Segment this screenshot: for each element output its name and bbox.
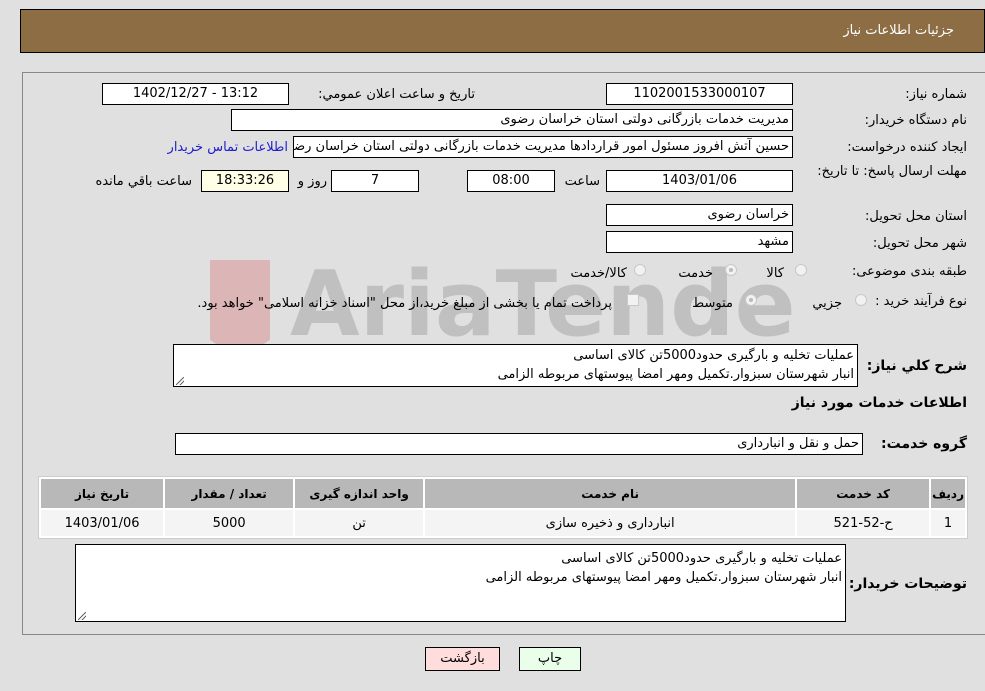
purchase-radio-small[interactable] bbox=[855, 294, 867, 306]
buyer-org-field[interactable]: مدیریت خدمات بازرگانی دولتی استان خراسان… bbox=[231, 109, 793, 131]
col-quantity: تعداد / مقدار bbox=[165, 479, 294, 508]
buyer-org-label: نام دستگاه خریدار: bbox=[864, 113, 967, 128]
back-button[interactable]: بازگشت bbox=[425, 647, 500, 671]
remaining-days-field: 7 bbox=[331, 170, 419, 192]
category-radio-goods-service[interactable] bbox=[634, 264, 646, 276]
buyer-notes-line-1: عملیات تخلیه و بارگیری حدود5000تن کالای … bbox=[561, 551, 842, 566]
col-need-date: تاریخ نیاز bbox=[41, 479, 164, 508]
requester-field[interactable]: حسین آتش افروز مسئول امور قراردادها مدیر… bbox=[293, 136, 793, 158]
table-row: 1 ح-52-521 انبارداری و ذخیره سازی تن 500… bbox=[41, 510, 965, 536]
page-title: جزئیات اطلاعات نیاز bbox=[843, 23, 954, 38]
category-option-goods: کالا bbox=[766, 266, 784, 281]
deadline-label: مهلت ارسال پاسخ: تا تاریخ: bbox=[817, 164, 967, 179]
remaining-time-field: 18:33:26 bbox=[201, 170, 289, 192]
announce-datetime-label: تاریخ و ساعت اعلان عمومي: bbox=[318, 87, 475, 102]
col-service-code: کد خدمت bbox=[797, 479, 930, 508]
cell-service-name: انبارداری و ذخیره سازی bbox=[425, 510, 796, 536]
services-table: ردیف کد خدمت نام خدمت واحد اندازه گیری ت… bbox=[38, 476, 968, 539]
delivery-city-field[interactable]: مشهد bbox=[606, 231, 793, 253]
category-option-service: خدمت bbox=[678, 266, 713, 281]
treasury-note: پرداخت تمام یا بخشی از مبلغ خرید،از محل … bbox=[197, 296, 612, 311]
purchase-option-medium: متوسط bbox=[692, 296, 733, 311]
days-label: روز و bbox=[297, 174, 327, 189]
purchase-radio-medium[interactable] bbox=[745, 294, 757, 306]
purchase-type-label: نوع فرآیند خرید : bbox=[875, 294, 967, 309]
need-number-label: شماره نیاز: bbox=[905, 87, 967, 102]
cell-service-code: ح-52-521 bbox=[797, 510, 930, 536]
buyer-contact-link[interactable]: اطلاعات تماس خریدار bbox=[168, 140, 288, 155]
resize-grip-icon[interactable] bbox=[176, 377, 184, 385]
description-line-1: عملیات تخلیه و بارگیری حدود5000تن کالای … bbox=[573, 348, 854, 363]
print-button[interactable]: چاپ bbox=[519, 647, 581, 671]
announce-datetime-field[interactable]: 1402/12/27 - 13:12 bbox=[102, 83, 289, 105]
category-radio-service[interactable] bbox=[725, 264, 737, 276]
cell-need-date: 1403/01/06 bbox=[41, 510, 164, 536]
deadline-time-label: ساعت bbox=[564, 174, 600, 189]
delivery-province-field[interactable]: خراسان رضوی bbox=[606, 204, 793, 226]
category-radio-goods[interactable] bbox=[795, 264, 807, 276]
deadline-time-field[interactable]: 08:00 bbox=[467, 170, 555, 192]
service-group-label: گروه خدمت: bbox=[881, 436, 967, 452]
page-header: جزئیات اطلاعات نیاز bbox=[20, 9, 985, 53]
table-header-row: ردیف کد خدمت نام خدمت واحد اندازه گیری ت… bbox=[41, 479, 965, 508]
col-row-number: ردیف bbox=[931, 479, 965, 508]
cell-row-number: 1 bbox=[931, 510, 965, 536]
buyer-notes-line-2: انبار شهرستان سبزوار.تکمیل ومهر امضا پیو… bbox=[485, 570, 842, 585]
purchase-option-small: جزيي bbox=[812, 296, 842, 311]
category-label: طبقه بندی موضوعی: bbox=[851, 264, 967, 279]
description-line-2: انبار شهرستان سبزوار.تکمیل ومهر امضا پیو… bbox=[497, 367, 854, 382]
resize-grip-icon[interactable] bbox=[78, 612, 86, 620]
treasury-checkbox[interactable] bbox=[627, 294, 639, 306]
buyer-notes-textarea[interactable]: عملیات تخلیه و بارگیری حدود5000تن کالای … bbox=[75, 544, 846, 622]
requester-label: ایجاد کننده درخواست: bbox=[847, 140, 967, 155]
services-section-title: اطلاعات خدمات مورد نیاز bbox=[791, 395, 967, 411]
service-group-field[interactable]: حمل و نقل و انبارداری bbox=[175, 433, 863, 455]
delivery-city-label: شهر محل تحویل: bbox=[872, 236, 967, 251]
col-service-name: نام خدمت bbox=[425, 479, 796, 508]
deadline-date-field[interactable]: 1403/01/06 bbox=[606, 170, 793, 192]
remaining-time-label: ساعت باقي مانده bbox=[95, 174, 192, 189]
description-textarea[interactable]: عملیات تخلیه و بارگیری حدود5000تن کالای … bbox=[173, 344, 858, 387]
description-label: شرح کلي نیاز: bbox=[866, 358, 967, 374]
delivery-province-label: استان محل تحویل: bbox=[865, 209, 967, 224]
buyer-notes-label: توضیحات خریدار: bbox=[848, 576, 967, 592]
cell-unit: تن bbox=[295, 510, 424, 536]
category-option-goods-service: کالا/خدمت bbox=[570, 266, 627, 281]
need-number-field[interactable]: 1102001533000107 bbox=[606, 83, 793, 105]
col-unit: واحد اندازه گیری bbox=[295, 479, 424, 508]
cell-quantity: 5000 bbox=[165, 510, 294, 536]
